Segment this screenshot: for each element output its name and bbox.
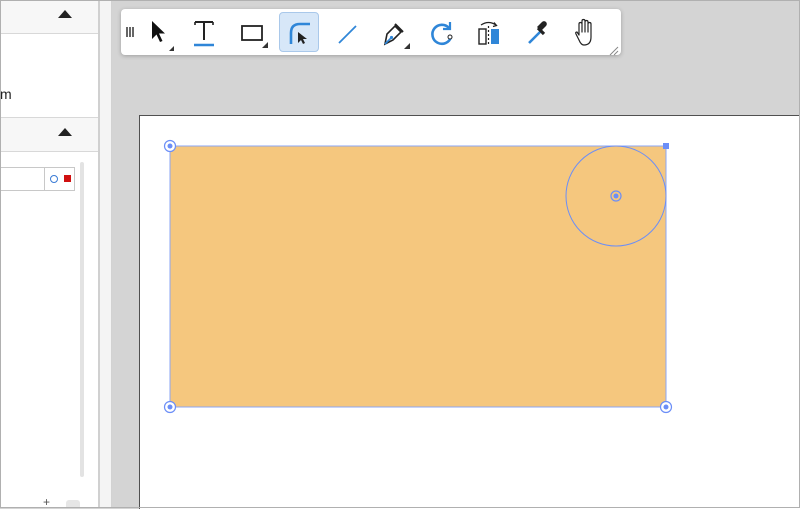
toolbar-resize-grip-icon[interactable] bbox=[609, 43, 619, 56]
rectangle-shape[interactable] bbox=[170, 146, 666, 407]
tool-edit-path[interactable] bbox=[279, 12, 319, 52]
tool-flip[interactable] bbox=[468, 12, 508, 52]
toolbar-drag-handle-icon[interactable] bbox=[126, 27, 134, 37]
tool-pen[interactable] bbox=[373, 12, 413, 52]
rectangle-icon bbox=[241, 25, 268, 48]
tool-text[interactable] bbox=[185, 12, 225, 52]
hand-icon bbox=[575, 18, 592, 46]
vertex-handle-top-right[interactable] bbox=[663, 143, 669, 149]
eyedropper-icon bbox=[528, 21, 547, 44]
tools-toolbar bbox=[121, 9, 621, 56]
canvas-shapes bbox=[163, 139, 673, 414]
pen-icon bbox=[383, 23, 410, 49]
tool-eyedropper[interactable] bbox=[517, 12, 557, 52]
tool-select[interactable] bbox=[139, 12, 179, 52]
tool-pan[interactable] bbox=[564, 12, 604, 52]
tool-rectangle[interactable] bbox=[232, 12, 272, 52]
vertex-handle-top-left[interactable] bbox=[163, 139, 177, 153]
vertex-handle-bottom-right[interactable] bbox=[659, 400, 673, 414]
text-icon bbox=[194, 21, 214, 47]
rotate-icon bbox=[431, 22, 453, 46]
tool-line[interactable] bbox=[327, 12, 367, 52]
line-icon bbox=[338, 25, 357, 44]
select-arrow-icon bbox=[152, 21, 174, 51]
path-edit-icon bbox=[289, 22, 310, 44]
vertex-handle-bottom-left[interactable] bbox=[163, 400, 177, 414]
flip-icon bbox=[478, 21, 499, 46]
tool-rotate[interactable] bbox=[421, 12, 461, 52]
